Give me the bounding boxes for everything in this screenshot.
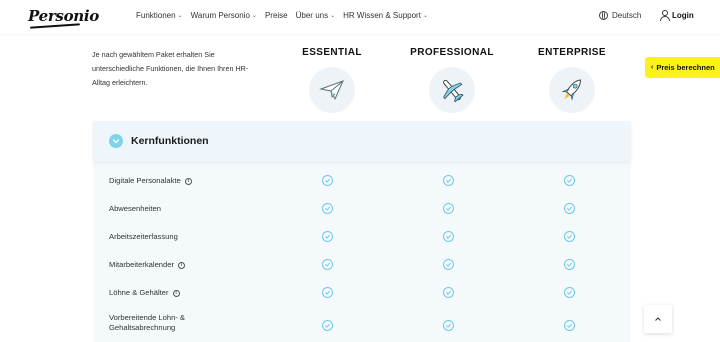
calculate-price-tab[interactable]: ‹ Preis berechnen — [645, 57, 720, 78]
user-icon — [660, 10, 670, 21]
check-icon — [564, 287, 575, 298]
features-panel: Kernfunktionen Digitale Personalakte i Ab… — [93, 121, 631, 342]
chevron-down-icon: ⌄ — [422, 13, 428, 19]
feature-label: Abwesenheiten — [109, 204, 161, 213]
feature-label-line1: Vorbereitende Lohn- & — [109, 313, 185, 322]
feature-label: Arbeitszeiterfassung — [109, 232, 178, 241]
rocket-icon — [549, 67, 595, 113]
plan-name: PROFESSIONAL — [410, 47, 494, 58]
personio-logo[interactable]: Personio — [28, 7, 99, 25]
airplane-icon — [429, 67, 475, 113]
check-icon — [564, 231, 575, 242]
collapse-toggle[interactable] — [109, 134, 123, 148]
check-icon — [443, 287, 454, 298]
main-nav: Funktionen ⌄ Warum Personio ⌄ Preise Über … — [136, 11, 436, 20]
check-icon — [322, 175, 333, 186]
check-icon — [322, 320, 333, 331]
check-icon — [443, 175, 454, 186]
intro-text: Je nach gewähltem Paket erhalten Sie unt… — [92, 50, 249, 87]
check-icon — [443, 259, 454, 270]
check-icon — [322, 287, 333, 298]
globe-icon — [599, 11, 608, 20]
nav-hr-wissen[interactable]: HR Wissen & Support ⌄ — [343, 11, 428, 20]
plan-name: ESSENTIAL — [302, 47, 362, 58]
language-selector[interactable]: Deutsch — [599, 11, 641, 20]
plan-essential: ESSENTIAL — [272, 47, 392, 113]
check-icon — [564, 259, 575, 270]
features-section-header[interactable]: Kernfunktionen — [93, 121, 631, 161]
feature-label: Digitale Personalakte — [109, 176, 181, 185]
feature-label: Löhne & Gehälter — [109, 288, 169, 297]
feature-label-line2: Gehaltsabrechnung — [109, 323, 176, 332]
check-icon — [322, 259, 333, 270]
check-icon — [322, 203, 333, 214]
nav-warum-personio[interactable]: Warum Personio ⌄ — [191, 11, 257, 20]
chevron-up-icon — [655, 317, 661, 321]
check-icon — [564, 320, 575, 331]
login-button[interactable]: Login — [660, 10, 694, 21]
plan-name: ENTERPRISE — [538, 47, 606, 58]
info-icon[interactable]: i — [184, 177, 192, 185]
plan-professional: PROFESSIONAL — [392, 47, 512, 113]
info-icon[interactable]: i — [178, 261, 185, 269]
chevron-down-icon: ⌄ — [330, 13, 336, 19]
nav-funktionen[interactable]: Funktionen ⌄ — [136, 11, 183, 20]
chevron-left-icon: ‹ — [651, 64, 654, 71]
chevron-down-icon: ⌄ — [177, 13, 183, 19]
plan-enterprise: ENTERPRISE — [512, 47, 632, 113]
scroll-to-top-button[interactable] — [644, 305, 672, 333]
check-icon — [322, 231, 333, 242]
check-icon — [564, 203, 575, 214]
check-icon — [564, 175, 575, 186]
paper-plane-icon — [309, 67, 355, 113]
check-icon — [443, 203, 454, 214]
info-icon[interactable]: i — [172, 289, 180, 297]
check-icon — [443, 231, 454, 242]
top-navigation-bar: Personio Funktionen ⌄ Warum Personio ⌄ Pre… — [0, 0, 720, 34]
section-title: Kernfunktionen — [131, 135, 209, 147]
chevron-down-icon — [112, 139, 120, 144]
chevron-down-icon: ⌄ — [251, 13, 257, 19]
nav-preise[interactable]: Preise — [265, 11, 288, 20]
feature-label: Mitarbeiterkalender — [109, 260, 174, 269]
nav-ueber-uns[interactable]: Über uns ⌄ — [296, 11, 336, 20]
pricing-page: Personio Funktionen ⌄ Warum Personio ⌄ Pre… — [0, 0, 720, 342]
check-icon — [443, 320, 454, 331]
